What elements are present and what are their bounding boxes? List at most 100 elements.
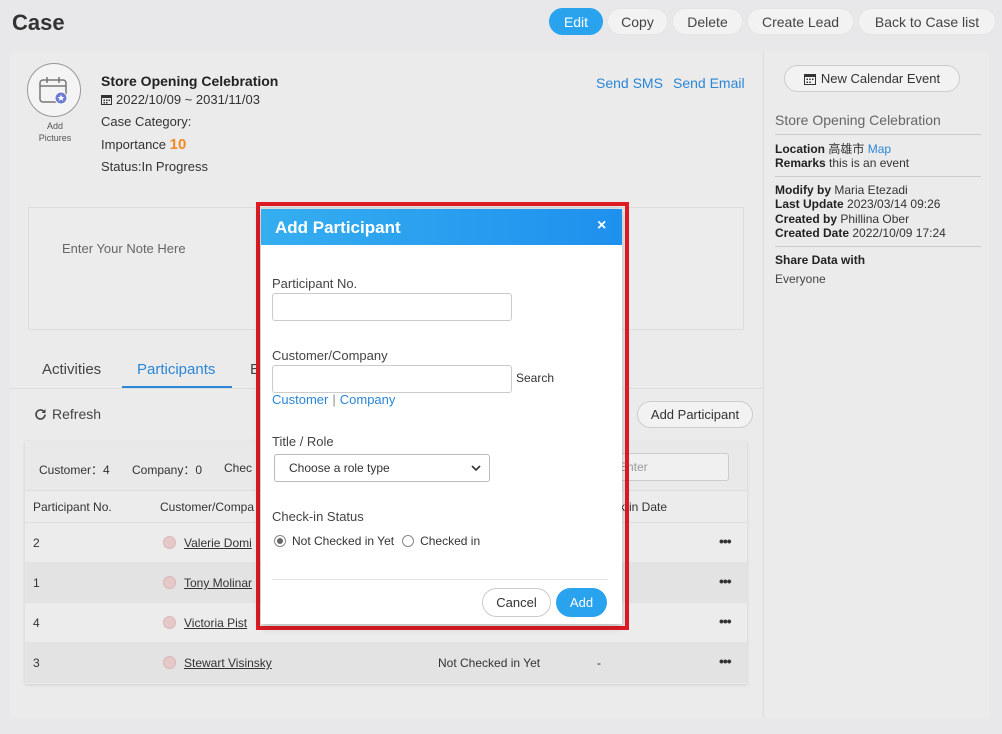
- refresh-button[interactable]: Refresh: [34, 406, 101, 422]
- last-update-row: Last Update 2023/03/14 09:26: [775, 197, 940, 211]
- participant-no-input[interactable]: [272, 293, 512, 321]
- tab-activities[interactable]: Activities: [42, 361, 101, 378]
- checkin-date: -: [597, 656, 601, 670]
- created-by-row: Created by Phillina Ober: [775, 212, 909, 226]
- col-participant-no: Participant No.: [33, 500, 112, 514]
- new-calendar-event-label: New Calendar Event: [820, 71, 941, 86]
- dialog-footer-divider: [272, 579, 608, 580]
- divider: [775, 134, 981, 135]
- delete-button[interactable]: Delete: [672, 8, 743, 35]
- company-count: Company：0: [132, 463, 203, 477]
- created-by-label: Created by: [775, 212, 838, 226]
- send-email-link[interactable]: Send Email: [673, 75, 745, 91]
- case-category: Case Category:: [101, 114, 192, 129]
- col-customer-company: Customer/Compa: [160, 500, 255, 514]
- cancel-button[interactable]: Cancel: [482, 588, 551, 617]
- calendar-star-icon: [39, 77, 68, 105]
- search-button[interactable]: Search: [516, 371, 554, 385]
- importance-label: Importance: [101, 137, 167, 152]
- more-icon[interactable]: •••: [719, 533, 732, 549]
- radio-not-checked-in[interactable]: [274, 535, 286, 547]
- modify-value: Maria Etezadi: [834, 183, 908, 197]
- customer-company-label: Customer/Company: [272, 348, 388, 363]
- radio-checked-in[interactable]: [402, 535, 415, 547]
- remarks-row: Remarks this is an event: [775, 156, 909, 170]
- active-tab-indicator: [122, 386, 232, 388]
- participant-no: 4: [33, 616, 40, 630]
- back-to-case-list-button[interactable]: Back to Case list: [858, 8, 996, 35]
- role-type-select[interactable]: Choose a role type: [274, 454, 490, 482]
- case-date-range: 2022/10/09 ~ 2031/11/03: [116, 92, 260, 107]
- checkin-count: Chec: [224, 461, 253, 475]
- customer-company-links: Customer | Company: [272, 392, 395, 407]
- location-row: Location 高雄市 Map: [775, 142, 891, 156]
- customer-company-input[interactable]: [272, 365, 512, 393]
- company-link[interactable]: Company: [340, 392, 396, 407]
- participant-name-link[interactable]: Stewart Visinsky: [184, 656, 272, 670]
- map-link[interactable]: Map: [868, 142, 891, 156]
- remarks-label: Remarks: [775, 156, 826, 170]
- add-participant-dialog: Add Participant × Participant No. Custom…: [261, 209, 622, 624]
- edit-button[interactable]: Edit: [549, 8, 603, 35]
- dialog-title: Add Participant: [275, 218, 401, 237]
- modify-label: Modify by: [775, 183, 831, 197]
- customer-link[interactable]: Customer: [272, 392, 328, 407]
- created-by-value: Phillina Ober: [840, 212, 910, 226]
- avatar: [163, 656, 176, 669]
- radio-not-checked-in-label: Not Checked in Yet: [292, 534, 395, 548]
- divider: [775, 176, 981, 177]
- close-icon[interactable]: ×: [597, 217, 606, 235]
- more-icon[interactable]: •••: [719, 613, 732, 629]
- calendar-icon: [101, 95, 112, 105]
- add-participant-button[interactable]: Add Participant: [637, 401, 753, 428]
- link-separator: |: [332, 392, 336, 407]
- share-value: Everyone: [775, 272, 826, 286]
- last-update-value: 2023/03/14 09:26: [847, 197, 941, 211]
- participant-name-link[interactable]: Valerie Domi: [184, 536, 252, 550]
- checkin-status-label: Check-in Status: [272, 509, 364, 524]
- add-pictures-button[interactable]: [27, 63, 81, 117]
- location-label: Location: [775, 142, 825, 156]
- remarks-value: this is an event: [829, 156, 910, 170]
- participant-no-label: Participant No.: [272, 276, 358, 291]
- created-date-label: Created Date: [775, 226, 850, 240]
- case-dates: 2022/10/09 ~ 2031/11/03: [101, 92, 260, 107]
- refresh-icon: [35, 408, 46, 420]
- copy-button[interactable]: Copy: [607, 8, 668, 35]
- refresh-label: Refresh: [52, 406, 102, 422]
- avatar: [163, 536, 176, 549]
- tab-participants[interactable]: Participants: [137, 361, 215, 378]
- new-calendar-event-button[interactable]: New Calendar Event: [784, 65, 960, 92]
- importance-value: 10: [169, 136, 187, 153]
- send-sms-link[interactable]: Send SMS: [596, 75, 663, 91]
- avatar: [163, 576, 176, 589]
- note-placeholder: Enter Your Note Here: [62, 241, 186, 256]
- radio-checked-in-label: Checked in: [420, 534, 481, 548]
- page-header: Case Edit Copy Delete Create Lead Back t…: [0, 0, 1002, 46]
- add-pictures-label: Add Pictures: [38, 121, 72, 143]
- avatar: [163, 616, 176, 629]
- participant-name-link[interactable]: Victoria Pist: [184, 616, 247, 630]
- participant-name-link[interactable]: Tony Molinar: [184, 576, 252, 590]
- checkin-radio-group: Not Checked in Yet Checked in: [274, 534, 480, 548]
- dialog-header: Add Participant ×: [261, 209, 622, 245]
- case-status: Status:In Progress: [101, 159, 208, 174]
- case-name: Store Opening Celebration: [101, 73, 279, 89]
- title-role-label: Title / Role: [272, 434, 334, 449]
- modify-row: Modify by Maria Etezadi: [775, 183, 908, 197]
- page-title: Case: [12, 10, 65, 35]
- more-icon[interactable]: •••: [719, 653, 732, 669]
- participant-no: 2: [33, 536, 40, 550]
- add-button[interactable]: Add: [556, 588, 607, 617]
- created-date-row: Created Date 2022/10/09 17:24: [775, 226, 946, 240]
- checkin-status: Not Checked in Yet: [438, 656, 541, 670]
- panel-case-title: Store Opening Celebration: [775, 112, 941, 128]
- table-row: 3 Stewart Visinsky Not Checked in Yet - …: [25, 643, 747, 683]
- last-update-label: Last Update: [775, 197, 844, 211]
- more-icon[interactable]: •••: [719, 573, 732, 589]
- share-label-row: Share Data with: [775, 253, 865, 267]
- share-label: Share Data with: [775, 253, 866, 267]
- create-lead-button[interactable]: Create Lead: [747, 8, 854, 35]
- participant-no: 3: [33, 656, 40, 670]
- created-date-value: 2022/10/09 17:24: [852, 226, 946, 240]
